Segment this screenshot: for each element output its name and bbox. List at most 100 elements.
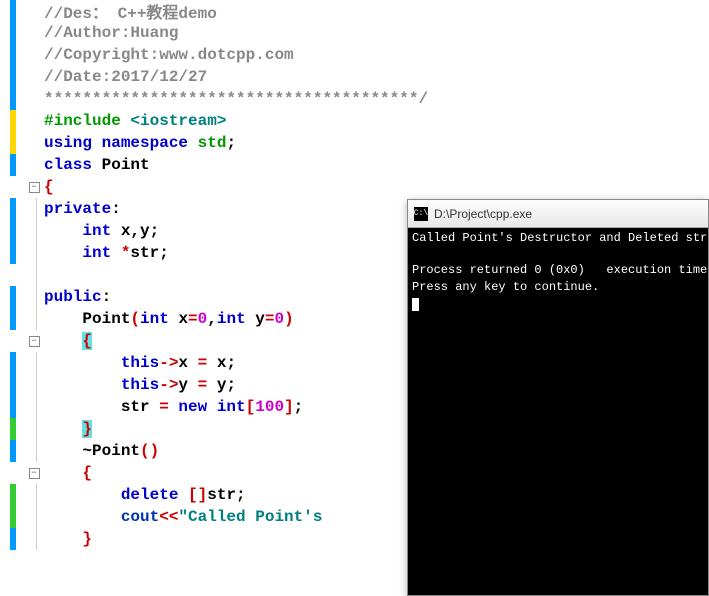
code-token: str: [130, 244, 159, 262]
code-content[interactable]: }: [40, 420, 92, 438]
change-marker-gutter: [0, 0, 24, 22]
fold-guide-line: [36, 242, 37, 264]
fold-guide-line: [36, 220, 37, 242]
change-marker-gutter: [0, 440, 24, 462]
change-marker-green: [10, 506, 16, 528]
code-token: ;: [294, 398, 304, 416]
fold-gutter: [24, 44, 40, 66]
code-content[interactable]: //Copyright:www.dotcpp.com: [40, 46, 294, 64]
code-content[interactable]: //Des： C++教程demo: [40, 0, 217, 23]
code-content[interactable]: {: [40, 332, 92, 350]
code-line[interactable]: ***************************************/: [0, 88, 709, 110]
code-line[interactable]: using namespace std;: [0, 132, 709, 154]
code-line[interactable]: //Author:Huang: [0, 22, 709, 44]
code-token: {: [82, 332, 92, 350]
code-content[interactable]: Point(int x=0,int y=0): [40, 310, 294, 328]
code-content[interactable]: //Author:Huang: [40, 24, 178, 42]
code-line[interactable]: −{: [0, 176, 709, 198]
code-token: int: [140, 310, 178, 328]
fold-gutter: [24, 0, 40, 22]
fold-gutter: [24, 220, 40, 242]
change-marker-green: [10, 484, 16, 506]
code-token: [: [246, 398, 256, 416]
change-marker-gutter: [0, 330, 24, 352]
change-marker-gutter: [0, 154, 24, 176]
code-token: :: [102, 288, 112, 306]
code-token: *: [121, 244, 131, 262]
code-token: ]: [284, 398, 294, 416]
console-cursor: [412, 298, 419, 311]
code-content[interactable]: public:: [40, 288, 111, 306]
code-content[interactable]: class Point: [40, 156, 150, 174]
change-marker-blue: [10, 198, 16, 220]
code-token: ,: [207, 310, 217, 328]
code-token: private: [44, 200, 111, 218]
code-content[interactable]: {: [40, 464, 92, 482]
fold-toggle-icon[interactable]: −: [29, 336, 40, 347]
fold-gutter: [24, 264, 40, 286]
code-token: []: [188, 486, 207, 504]
console-icon: C:\: [414, 207, 428, 221]
change-marker-gutter: [0, 220, 24, 242]
code-content[interactable]: int *str;: [40, 244, 169, 262]
code-content[interactable]: delete []str;: [40, 486, 246, 504]
code-token: //Author:Huang: [44, 24, 178, 42]
code-token: 100: [255, 398, 284, 416]
code-line[interactable]: //Date:2017/12/27: [0, 66, 709, 88]
code-content[interactable]: private:: [40, 200, 121, 218]
change-marker-gutter: [0, 506, 24, 528]
fold-gutter: [24, 110, 40, 132]
change-marker-blue: [10, 22, 16, 44]
code-content[interactable]: //Date:2017/12/27: [40, 68, 207, 86]
code-token: ~: [82, 442, 92, 460]
code-line[interactable]: class Point: [0, 154, 709, 176]
code-token: "Called Point's: [178, 508, 322, 526]
code-token: cout: [121, 508, 159, 526]
fold-guide-line: [36, 396, 37, 418]
change-marker-gutter: [0, 132, 24, 154]
change-marker-gutter: [0, 528, 24, 550]
code-token: ;: [226, 354, 236, 372]
change-marker-gutter: [0, 418, 24, 440]
code-token: #include: [44, 112, 130, 130]
code-line[interactable]: #include <iostream>: [0, 110, 709, 132]
code-content[interactable]: this->x = x;: [40, 354, 236, 372]
fold-toggle-icon[interactable]: −: [29, 182, 40, 193]
code-token: 0: [275, 310, 285, 328]
code-content[interactable]: this->y = y;: [40, 376, 236, 394]
code-token: :: [111, 200, 121, 218]
code-content[interactable]: using namespace std;: [40, 134, 236, 152]
code-content[interactable]: ~Point(): [40, 442, 159, 460]
code-line[interactable]: //Copyright:www.dotcpp.com: [0, 44, 709, 66]
fold-gutter: [24, 396, 40, 418]
code-token: <iostream>: [130, 112, 226, 130]
code-token: ,: [130, 222, 140, 240]
code-token: =: [198, 354, 217, 372]
code-token: x: [217, 354, 227, 372]
console-titlebar[interactable]: C:\ D:\Project\cpp.exe: [408, 200, 708, 228]
change-marker-blue: [10, 440, 16, 462]
change-marker-gutter: [0, 176, 24, 198]
code-content[interactable]: ***************************************/: [40, 90, 428, 108]
console-title: D:\Project\cpp.exe: [434, 207, 532, 221]
code-token: Point: [82, 310, 130, 328]
fold-toggle-icon[interactable]: −: [29, 468, 40, 479]
fold-gutter: [24, 374, 40, 396]
code-content[interactable]: {: [40, 178, 54, 196]
fold-gutter: [24, 506, 40, 528]
code-content[interactable]: cout<<"Called Point's: [40, 508, 322, 526]
code-line[interactable]: //Des： C++教程demo: [0, 0, 709, 22]
fold-guide-line: [36, 352, 37, 374]
code-token: y: [140, 222, 150, 240]
code-content[interactable]: str = new int[100];: [40, 398, 303, 416]
code-token: ;: [159, 244, 169, 262]
code-token: this: [121, 376, 159, 394]
change-marker-blue: [10, 396, 16, 418]
change-marker-gutter: [0, 44, 24, 66]
console-window: C:\ D:\Project\cpp.exe Called Point's De…: [407, 199, 709, 596]
code-content[interactable]: #include <iostream>: [40, 112, 226, 130]
change-marker-gutter: [0, 110, 24, 132]
code-content[interactable]: int x,y;: [40, 222, 159, 240]
code-token: {: [82, 464, 92, 482]
code-content[interactable]: }: [40, 530, 92, 548]
